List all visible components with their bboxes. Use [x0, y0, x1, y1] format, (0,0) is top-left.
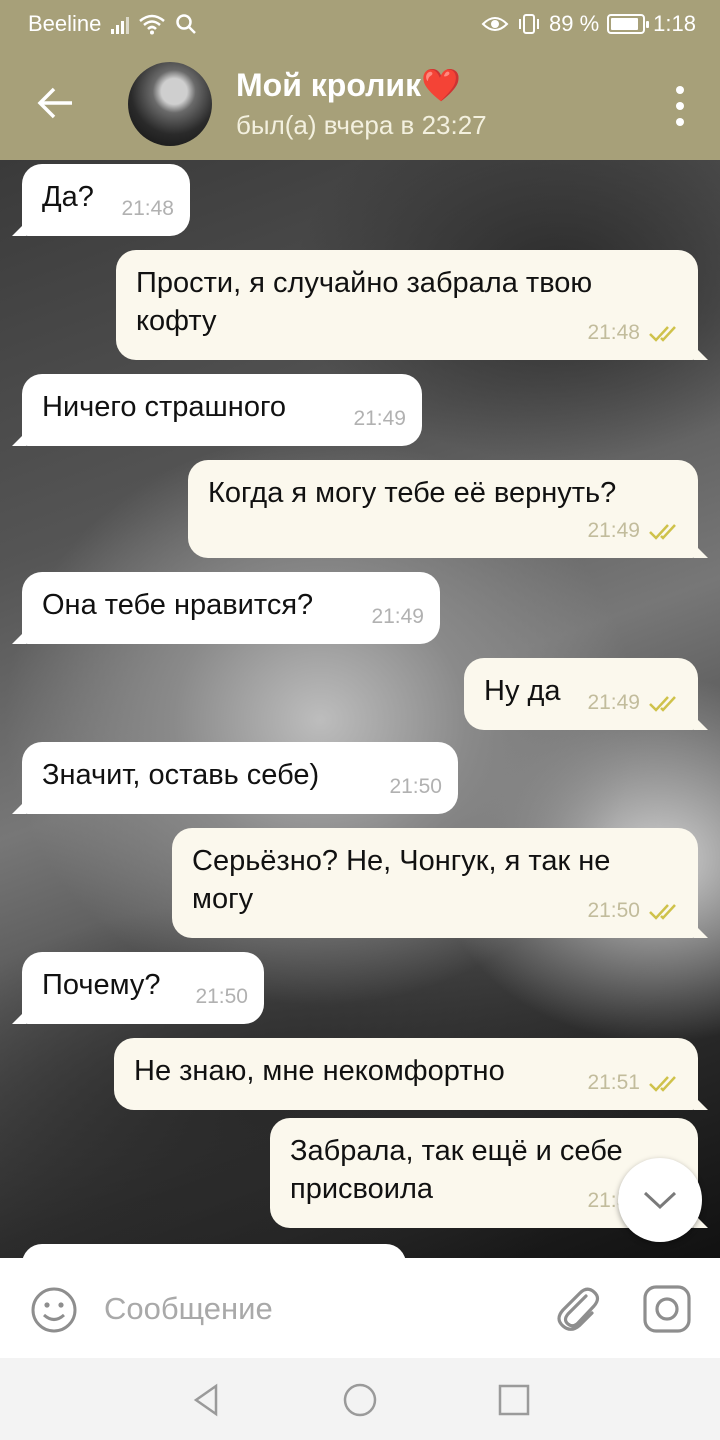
message-input[interactable] [104, 1284, 524, 1334]
message-outgoing[interactable]: Не знаю, мне некомфортно 21:51 [114, 1038, 708, 1110]
message-text: Почему? [42, 969, 161, 1001]
message-outgoing[interactable]: Прости, я случайно забрала твою кофту 21… [116, 250, 708, 360]
message-time: 21:49 [587, 691, 640, 714]
chevron-down-icon [643, 1191, 677, 1210]
signal-icon [111, 14, 130, 34]
arrow-left-icon[interactable] [30, 78, 80, 128]
system-nav-bar [0, 1358, 720, 1440]
message-text: Не знаю, мне некомфортно [134, 1055, 505, 1087]
back-nav-icon[interactable] [186, 1380, 226, 1420]
scroll-down-button[interactable] [618, 1158, 702, 1242]
message-incoming[interactable]: Да? 21:48 [12, 164, 190, 236]
message-time: 21:51 [587, 1071, 640, 1094]
double-check-icon [649, 524, 676, 540]
avatar[interactable] [128, 62, 212, 146]
message-text: Ничего страшного [42, 391, 287, 423]
message-text: Она тебе нравится? [42, 589, 314, 621]
home-nav-icon[interactable] [340, 1380, 380, 1420]
message-outgoing[interactable]: Когда я могу тебе её вернуть? 21:49 [188, 460, 708, 558]
vibrate-icon [519, 14, 540, 34]
message-time: 21:49 [371, 605, 424, 628]
clock: 1:18 [653, 11, 696, 36]
recents-nav-icon[interactable] [494, 1380, 534, 1420]
more-vertical-icon[interactable] [674, 86, 686, 126]
message-incoming[interactable]: Почему? 21:50 [12, 952, 264, 1024]
message-incoming[interactable]: Ничего страшного 21:49 [12, 374, 422, 446]
message-text: Значит, оставь себе) [42, 759, 320, 791]
contact-status: был(а) вчера в 23:27 [236, 110, 487, 140]
message-text: Забрала, так ещё и себе присвоила [290, 1135, 631, 1205]
message-outgoing[interactable]: Ну да 21:49 [464, 658, 708, 730]
eye-icon [481, 17, 509, 31]
message-incoming[interactable]: Она тебе нравится? 21:49 [12, 572, 440, 644]
message-time: 21:50 [587, 899, 640, 922]
battery-icon [607, 14, 650, 34]
message-outgoing[interactable]: Серьёзно? Не, Чонгук, я так не могу 21:5… [172, 828, 708, 938]
emoji-icon[interactable] [30, 1286, 78, 1334]
message-text: Прости, я случайно забрала твою кофту [136, 267, 601, 337]
message-text: Да? [42, 181, 94, 213]
message-time: 21:50 [389, 775, 442, 798]
status-bar: Beeline 89 % 1:18 [0, 0, 720, 48]
double-check-icon [649, 326, 676, 342]
carrier-label: Beeline [28, 11, 102, 36]
message-time: 21:49 [587, 519, 640, 542]
contact-name[interactable]: Мой кролик❤️ [236, 66, 461, 104]
message-time: 21:48 [121, 197, 174, 220]
search-icon [176, 14, 197, 34]
double-check-icon [649, 904, 676, 920]
chat-header: Мой кролик❤️ был(а) вчера в 23:27 [0, 48, 720, 160]
message-time: 21:49 [353, 407, 406, 430]
double-check-icon [649, 696, 676, 712]
message-text: Когда я могу тебе её вернуть? [208, 477, 617, 509]
message-text: Ну да [484, 675, 561, 707]
message-text: Серьёзно? Не, Чонгук, я так не могу [192, 845, 619, 915]
double-check-icon [649, 1076, 676, 1092]
message-incoming[interactable] [22, 1244, 406, 1258]
chat-area[interactable]: Да? 21:48 Прости, я случайно забрала тво… [0, 160, 720, 1258]
message-composer [0, 1258, 720, 1358]
battery-percent: 89 % [549, 11, 600, 36]
wifi-icon [139, 14, 166, 35]
camera-icon[interactable] [642, 1284, 692, 1334]
message-incoming[interactable]: Значит, оставь себе) 21:50 [12, 742, 458, 814]
paperclip-icon[interactable] [552, 1282, 602, 1336]
message-time: 21:50 [195, 985, 248, 1008]
message-time: 21:48 [587, 321, 640, 344]
